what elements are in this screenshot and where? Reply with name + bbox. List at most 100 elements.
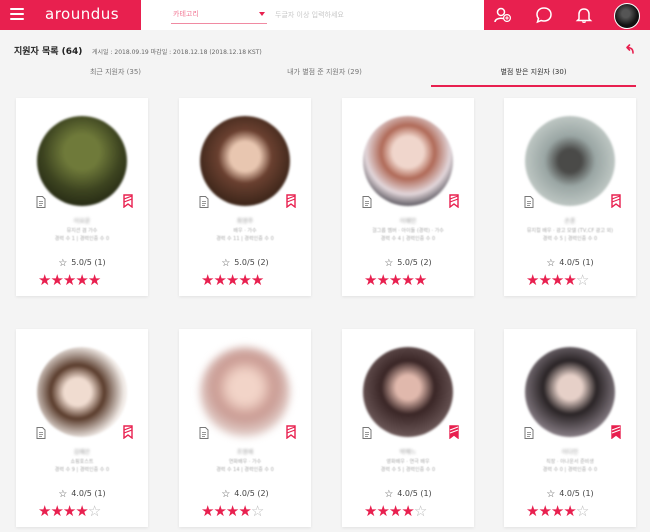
applicant-card[interactable]: 최영주 배우 · 가수 경력 수 11 | 경력인증 수 0 ☆ 5.0/5 (2…	[179, 98, 311, 296]
chat-icon[interactable]	[535, 6, 553, 24]
star-filled-icon[interactable]: ★	[376, 502, 389, 520]
star-filled-icon[interactable]: ★	[563, 502, 576, 520]
star-rating[interactable]: ★★★★★	[38, 271, 138, 289]
star-filled-icon[interactable]: ★	[364, 502, 377, 520]
star-filled-icon[interactable]: ★	[50, 271, 63, 289]
star-filled-icon[interactable]: ★	[226, 502, 239, 520]
star-filled-icon[interactable]: ★	[526, 502, 539, 520]
star-filled-icon[interactable]: ★	[538, 502, 551, 520]
applicant-photo[interactable]	[37, 116, 127, 206]
star-filled-icon[interactable]: ★	[526, 271, 539, 289]
star-filled-icon[interactable]: ★	[88, 271, 101, 289]
star-rating[interactable]: ★★★★☆	[364, 502, 464, 520]
bookmark-icon[interactable]	[448, 194, 460, 208]
star-filled-icon[interactable]: ★	[389, 271, 402, 289]
menu-icon[interactable]	[10, 8, 24, 22]
document-icon[interactable]	[524, 427, 534, 439]
document-icon[interactable]	[524, 196, 534, 208]
applicant-photo[interactable]	[200, 116, 290, 206]
star-filled-icon[interactable]: ★	[376, 271, 389, 289]
applicant-photo[interactable]	[363, 347, 453, 437]
document-icon[interactable]	[199, 196, 209, 208]
applicant-card[interactable]: 조영재 연화배우 · 가수 경력 수 14 | 경력인증 수 0 ☆ 4.0/5 …	[179, 329, 311, 527]
back-arrow-icon[interactable]	[623, 43, 635, 55]
bookmark-icon[interactable]	[285, 425, 297, 439]
star-filled-icon[interactable]: ★	[226, 271, 239, 289]
applicant-card[interactable]: 이다인 직장 · 아나운서 준비생 경력 수 0 | 경력인증 수 0 ☆ 4.0…	[504, 329, 636, 527]
rating-summary: ☆ 5.0/5 (2)	[179, 257, 311, 269]
bookmark-icon[interactable]	[285, 194, 297, 208]
applicant-card[interactable]: 손훈 뮤지컬 배우 · 광고 모델 (TV,CF 광고 외) 경력 수 5 | …	[504, 98, 636, 296]
rating-value: 4.0/5 (1)	[71, 489, 106, 498]
star-filled-icon[interactable]: ★	[201, 271, 214, 289]
star-filled-icon[interactable]: ★	[251, 271, 264, 289]
top-bar: aroundus 카테고리	[0, 0, 650, 30]
rating-value: 5.0/5 (2)	[397, 258, 432, 267]
document-icon[interactable]	[362, 427, 372, 439]
star-filled-icon[interactable]: ★	[551, 271, 564, 289]
star-filled-icon[interactable]: ★	[551, 502, 564, 520]
applicant-name: 이요윤	[73, 218, 91, 225]
star-empty-icon[interactable]: ☆	[576, 271, 589, 289]
search-input[interactable]	[273, 5, 477, 25]
bookmark-icon[interactable]	[122, 194, 134, 208]
category-select[interactable]: 카테고리	[171, 7, 267, 24]
document-icon[interactable]	[36, 427, 46, 439]
star-filled-icon[interactable]: ★	[75, 271, 88, 289]
star-filled-icon[interactable]: ★	[201, 502, 214, 520]
star-filled-icon[interactable]: ★	[414, 271, 427, 289]
applicant-name: 이다인	[561, 449, 579, 456]
star-rating[interactable]: ★★★★★	[201, 271, 301, 289]
document-icon[interactable]	[199, 427, 209, 439]
user-add-icon[interactable]	[493, 6, 511, 24]
bookmark-icon[interactable]	[610, 194, 622, 208]
applicant-photo[interactable]	[525, 347, 615, 437]
applicant-photo[interactable]	[363, 116, 453, 206]
applicant-card[interactable]: 이요윤 뮤지션 겸 가수 경력 수 1 | 경력인증 수 0 ☆ 5.0/5 (1…	[16, 98, 148, 296]
star-filled-icon[interactable]: ★	[213, 502, 226, 520]
tab-received-rating[interactable]: 별점 받은 지원자 (30)	[431, 62, 636, 86]
star-empty-icon[interactable]: ☆	[414, 502, 427, 520]
star-rating[interactable]: ★★★★☆	[526, 271, 626, 289]
star-filled-icon[interactable]: ★	[389, 502, 402, 520]
star-filled-icon[interactable]: ★	[75, 502, 88, 520]
applicant-career: 경력 수 5 | 경력인증 수 0	[380, 467, 436, 473]
bell-icon[interactable]	[575, 6, 593, 24]
tab-rated-by-me[interactable]: 내가 별점 준 지원자 (29)	[222, 62, 427, 86]
star-rating[interactable]: ★★★★☆	[201, 502, 301, 520]
star-filled-icon[interactable]: ★	[238, 502, 251, 520]
applicant-card[interactable]: 박예느 영화배우 · 연극 배우 경력 수 5 | 경력인증 수 0 ☆ 4.0/…	[342, 329, 474, 527]
star-filled-icon[interactable]: ★	[563, 271, 576, 289]
applicant-photo[interactable]	[37, 347, 127, 437]
tab-recent-applicants[interactable]: 최근 지원자 (35)	[13, 62, 218, 86]
star-filled-icon[interactable]: ★	[238, 271, 251, 289]
star-filled-icon[interactable]: ★	[213, 271, 226, 289]
bookmark-icon[interactable]	[448, 425, 460, 439]
star-filled-icon[interactable]: ★	[38, 271, 51, 289]
bookmark-icon[interactable]	[610, 425, 622, 439]
profile-avatar[interactable]	[614, 3, 640, 29]
bookmark-icon[interactable]	[122, 425, 134, 439]
star-filled-icon[interactable]: ★	[50, 502, 63, 520]
star-filled-icon[interactable]: ★	[38, 502, 51, 520]
applicant-photo[interactable]	[525, 116, 615, 206]
star-empty-icon[interactable]: ☆	[88, 502, 101, 520]
applicant-photo[interactable]	[200, 347, 290, 437]
star-filled-icon[interactable]: ★	[538, 271, 551, 289]
star-filled-icon[interactable]: ★	[401, 502, 414, 520]
app-logo[interactable]: aroundus	[45, 5, 119, 23]
star-filled-icon[interactable]: ★	[63, 271, 76, 289]
applicant-card[interactable]: 이혜민 걸그룹 멤버 · 아이돌 (경력) · 가수 경력 수 4 | 경력인증…	[342, 98, 474, 296]
applicant-card[interactable]: 김혜은 쇼핑호스트 경력 수 9 | 경력인증 수 0 ☆ 4.0/5 (1) ★…	[16, 329, 148, 527]
star-rating[interactable]: ★★★★☆	[38, 502, 138, 520]
document-icon[interactable]	[362, 196, 372, 208]
star-rating[interactable]: ★★★★★	[364, 271, 464, 289]
star-empty-icon[interactable]: ☆	[251, 502, 264, 520]
star-filled-icon[interactable]: ★	[364, 271, 377, 289]
star-filled-icon[interactable]: ★	[63, 502, 76, 520]
star-empty-icon[interactable]: ☆	[576, 502, 589, 520]
star-rating[interactable]: ★★★★☆	[526, 502, 626, 520]
star-filled-icon[interactable]: ★	[401, 271, 414, 289]
star-outline-icon: ☆	[221, 489, 231, 500]
document-icon[interactable]	[36, 196, 46, 208]
